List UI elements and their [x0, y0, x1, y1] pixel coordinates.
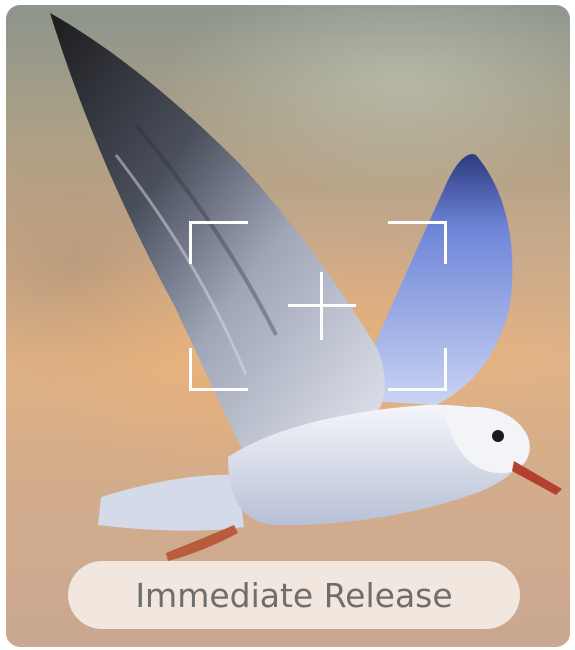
crosshair-icon [288, 272, 356, 340]
focus-frame-corner [189, 221, 248, 264]
focus-frame-icon [189, 221, 447, 391]
camera-viewfinder[interactable]: Immediate Release [6, 5, 570, 647]
crosshair-vertical [320, 272, 323, 340]
immediate-release-button[interactable]: Immediate Release [68, 561, 520, 629]
focus-frame-corner [388, 348, 447, 391]
focus-frame-corner [189, 348, 248, 391]
focus-frame-corner [388, 221, 447, 264]
